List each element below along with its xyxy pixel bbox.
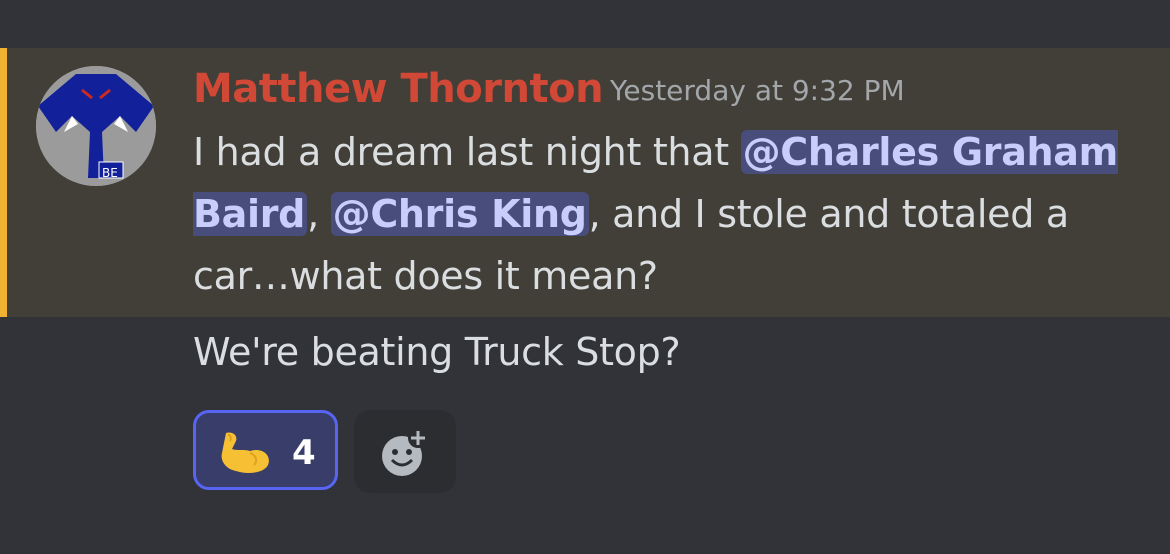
user-mention[interactable]: @Chris King (330, 192, 589, 236)
message-highlighted: BE Matthew Thornton Yesterday at 9:32 PM… (0, 48, 1170, 317)
avatar-label: BE (102, 166, 118, 180)
message-content: I had a dream last night that @Charles G… (193, 121, 1123, 307)
avatar[interactable]: BE (36, 66, 156, 186)
message-timestamp: Yesterday at 9:32 PM (610, 74, 905, 107)
add-reaction-icon (382, 428, 428, 476)
followup-message: We're beating Truck Stop? (193, 330, 681, 374)
author-name[interactable]: Matthew Thornton (193, 66, 604, 112)
reaction-button[interactable]: 4 (193, 410, 338, 490)
reaction-count: 4 (292, 433, 316, 473)
content-text: I had a dream last night that (193, 130, 741, 174)
mention-highlight-bar (0, 48, 7, 317)
elephant-logo-icon (36, 66, 156, 186)
add-reaction-button[interactable] (354, 410, 456, 493)
flexed-biceps-icon (221, 432, 269, 473)
content-text: , (307, 192, 331, 236)
